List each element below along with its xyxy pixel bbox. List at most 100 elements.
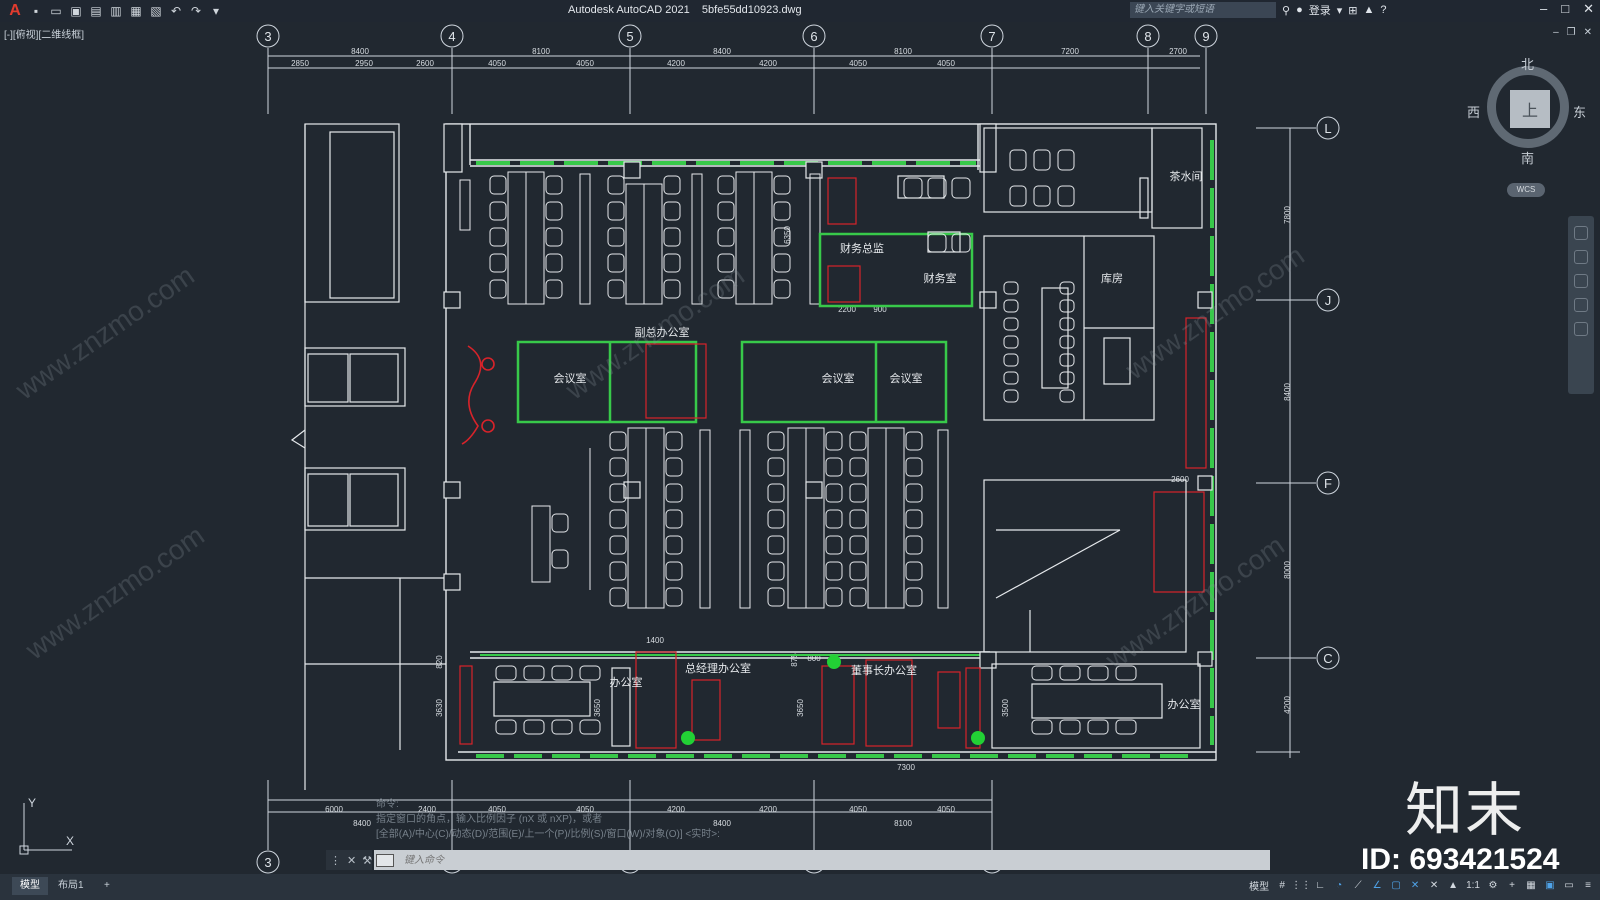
steering-wheel-icon[interactable]	[1574, 226, 1588, 240]
recent-commands-icon[interactable]	[376, 854, 394, 867]
chair	[545, 279, 563, 299]
grid-label-bottom-3: 3	[264, 855, 271, 870]
dim-text: 1400	[646, 636, 664, 645]
chair	[665, 509, 683, 529]
dim-text: 4200	[759, 59, 777, 68]
compass-east[interactable]: 东	[1573, 102, 1586, 121]
dim-text: 7300	[897, 763, 915, 772]
quick-properties-icon[interactable]: ▣	[1544, 880, 1556, 892]
polar-tracking-icon[interactable]: ◔	[1333, 880, 1345, 892]
tab-layout1[interactable]: 布局1	[50, 877, 92, 895]
chair	[1059, 719, 1081, 735]
units-icon[interactable]: ▦	[1525, 880, 1537, 892]
dim-text: 8000	[1283, 561, 1292, 579]
orbit-icon[interactable]	[1574, 298, 1588, 312]
chair	[545, 201, 563, 221]
room-label-finance-director: 财务总监	[840, 241, 884, 255]
brand-watermark: 知末	[1405, 776, 1526, 844]
command-history: 命令: 指定窗口的角点，输入比例因子 (nX 或 nXP)，或者 [全部(A)/中心…	[376, 797, 720, 842]
chair	[495, 665, 517, 681]
chair	[849, 431, 867, 451]
chair	[1059, 665, 1081, 681]
chair	[489, 227, 507, 247]
isodraft-icon[interactable]: ⟋	[1352, 880, 1364, 892]
chair	[927, 233, 947, 253]
ortho-icon[interactable]: ∟	[1314, 880, 1326, 892]
viewcube[interactable]: 上 北 南 西 东	[1467, 57, 1586, 168]
pan-icon[interactable]	[1574, 250, 1588, 264]
compass-south[interactable]: 南	[1521, 148, 1534, 167]
chair	[905, 457, 923, 477]
dim-text: 3650	[593, 699, 602, 717]
object-snap-icon[interactable]: ▢	[1390, 880, 1402, 892]
chair	[551, 549, 569, 569]
viewcube-top-face[interactable]: 上	[1510, 90, 1550, 128]
chair	[1003, 371, 1019, 385]
brand-id: ID: 693421524	[1361, 843, 1560, 876]
dim-text: 8400	[713, 47, 731, 56]
dim-text: 8400	[351, 47, 369, 56]
chair	[579, 665, 601, 681]
tab-model[interactable]: 模型	[12, 877, 48, 895]
command-history-line: [全部(A)/中心(C)/动态(D)/范围(E)/上一个(P)/比例(S)/窗口…	[376, 829, 720, 840]
chair	[767, 483, 785, 503]
chair	[767, 509, 785, 529]
chair	[609, 431, 627, 451]
chair	[767, 457, 785, 477]
showmotion-icon[interactable]	[1574, 322, 1588, 336]
auto-scale-icon[interactable]: ✕	[1428, 880, 1440, 892]
chair	[607, 253, 625, 273]
dim-text: 4050	[937, 59, 955, 68]
grid-label-4: 4	[448, 29, 455, 44]
dim-text: 6000	[325, 805, 343, 814]
chair	[773, 279, 791, 299]
grip-icon[interactable]: ⋮	[330, 854, 341, 867]
chair	[1003, 281, 1019, 295]
chair	[717, 227, 735, 247]
customize-wrench-icon[interactable]: ⚒	[362, 854, 372, 867]
plus-icon[interactable]: +	[1506, 880, 1518, 892]
dim-text: 8100	[532, 47, 550, 56]
chair	[663, 279, 681, 299]
chair	[607, 227, 625, 247]
chair	[489, 175, 507, 195]
annotation-scale-value[interactable]: 1:1	[1466, 880, 1480, 891]
annotation-scale-icon[interactable]: ▲	[1447, 880, 1459, 892]
chair	[825, 587, 843, 607]
chair	[1003, 353, 1019, 367]
grid-icon[interactable]: #	[1276, 880, 1288, 892]
room-label-office-left: 办公室	[610, 675, 643, 689]
grid-label-C: C	[1323, 651, 1332, 666]
annotation-visibility-icon[interactable]: ✕	[1409, 880, 1421, 892]
drawing-canvas[interactable]: 3 4 5 6 7 8 9 3 4 5 6 7 L J F C 8400 810…	[0, 0, 1600, 900]
ucs-icon: Y X	[19, 796, 74, 855]
chair	[825, 509, 843, 529]
object-snap-tracking-icon[interactable]: ∠	[1371, 880, 1383, 892]
menu-icon[interactable]: ≡	[1582, 880, 1594, 892]
model-space-toggle[interactable]: 模型	[1249, 878, 1269, 893]
chair	[495, 719, 517, 735]
room-label-finance: 财务室	[924, 271, 957, 285]
chair	[825, 457, 843, 477]
grid-label-9: 9	[1202, 29, 1209, 44]
chair	[773, 253, 791, 273]
zoom-extents-icon[interactable]	[1574, 274, 1588, 288]
close-icon[interactable]: ✕	[347, 854, 356, 867]
snap-icon[interactable]: ⋮⋮	[1291, 880, 1311, 892]
chair	[1033, 149, 1051, 171]
chair	[849, 561, 867, 581]
wcs-menu[interactable]: WCS	[1507, 183, 1545, 197]
compass-north[interactable]: 北	[1521, 54, 1534, 73]
chair	[545, 253, 563, 273]
compass-west[interactable]: 西	[1467, 102, 1480, 121]
tab-add-layout[interactable]: +	[96, 877, 118, 895]
room-label-office-right: 办公室	[1168, 697, 1201, 711]
dim-text: 4050	[849, 805, 867, 814]
clean-screen-icon[interactable]: ▭	[1563, 880, 1575, 892]
chair	[905, 587, 923, 607]
chair	[579, 719, 601, 735]
grid-label-5: 5	[626, 29, 633, 44]
command-input[interactable]	[374, 850, 1270, 870]
gear-icon[interactable]: ⚙	[1487, 880, 1499, 892]
chair	[1059, 389, 1075, 403]
